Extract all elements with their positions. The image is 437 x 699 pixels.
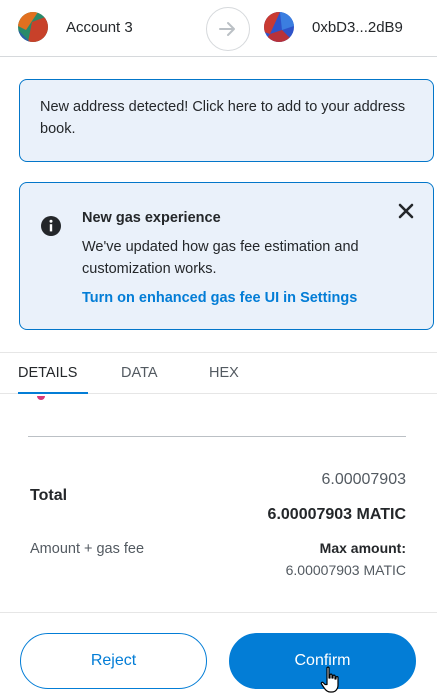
tab-hex[interactable]: HEX bbox=[209, 353, 239, 394]
total-native-amount: 6.00007903 MATIC bbox=[267, 506, 406, 523]
transaction-tabs: DETAILS DATA HEX bbox=[0, 352, 437, 394]
close-icon[interactable] bbox=[397, 202, 415, 220]
max-amount-value: 6.00007903 MATIC bbox=[285, 562, 406, 578]
reject-button[interactable]: Reject bbox=[20, 633, 207, 689]
transaction-header: Account 3 0xbD3...2dB9 bbox=[0, 0, 437, 57]
add-address-banner[interactable]: New address detected! Click here to add … bbox=[19, 79, 434, 162]
recipient-avatar-icon bbox=[264, 12, 294, 42]
sender-avatar-icon bbox=[18, 12, 48, 42]
total-amount: 6.00007903 bbox=[321, 471, 406, 488]
total-label: Total bbox=[30, 487, 68, 504]
sender-account[interactable]: Account 3 bbox=[18, 12, 133, 42]
gas-settings-link[interactable]: Turn on enhanced gas fee UI in Settings bbox=[82, 290, 357, 306]
gas-banner-body: We've updated how gas fee estimation and… bbox=[82, 239, 359, 277]
details-divider bbox=[28, 436, 406, 437]
recipient-account[interactable]: 0xbD3...2dB9 bbox=[264, 12, 403, 42]
tab-details[interactable]: DETAILS bbox=[18, 353, 88, 394]
arrow-right-icon bbox=[206, 7, 250, 51]
hand-cursor-icon bbox=[320, 666, 339, 693]
action-footer: Reject Confirm bbox=[0, 612, 437, 699]
info-icon bbox=[41, 216, 61, 236]
gas-banner-title: New gas experience bbox=[82, 210, 221, 226]
sender-account-name: Account 3 bbox=[66, 18, 133, 36]
confirm-transaction-screen: Account 3 0xbD3...2dB9 New address detec… bbox=[0, 0, 437, 699]
tab-data[interactable]: DATA bbox=[121, 353, 158, 394]
max-amount-label: Max amount: bbox=[319, 540, 406, 556]
gas-experience-banner: New gas experience We've updated how gas… bbox=[19, 182, 434, 330]
amount-plus-gas-label: Amount + gas fee bbox=[30, 541, 145, 557]
recipient-address: 0xbD3...2dB9 bbox=[312, 18, 403, 36]
add-address-text: New address detected! Click here to add … bbox=[40, 99, 406, 137]
